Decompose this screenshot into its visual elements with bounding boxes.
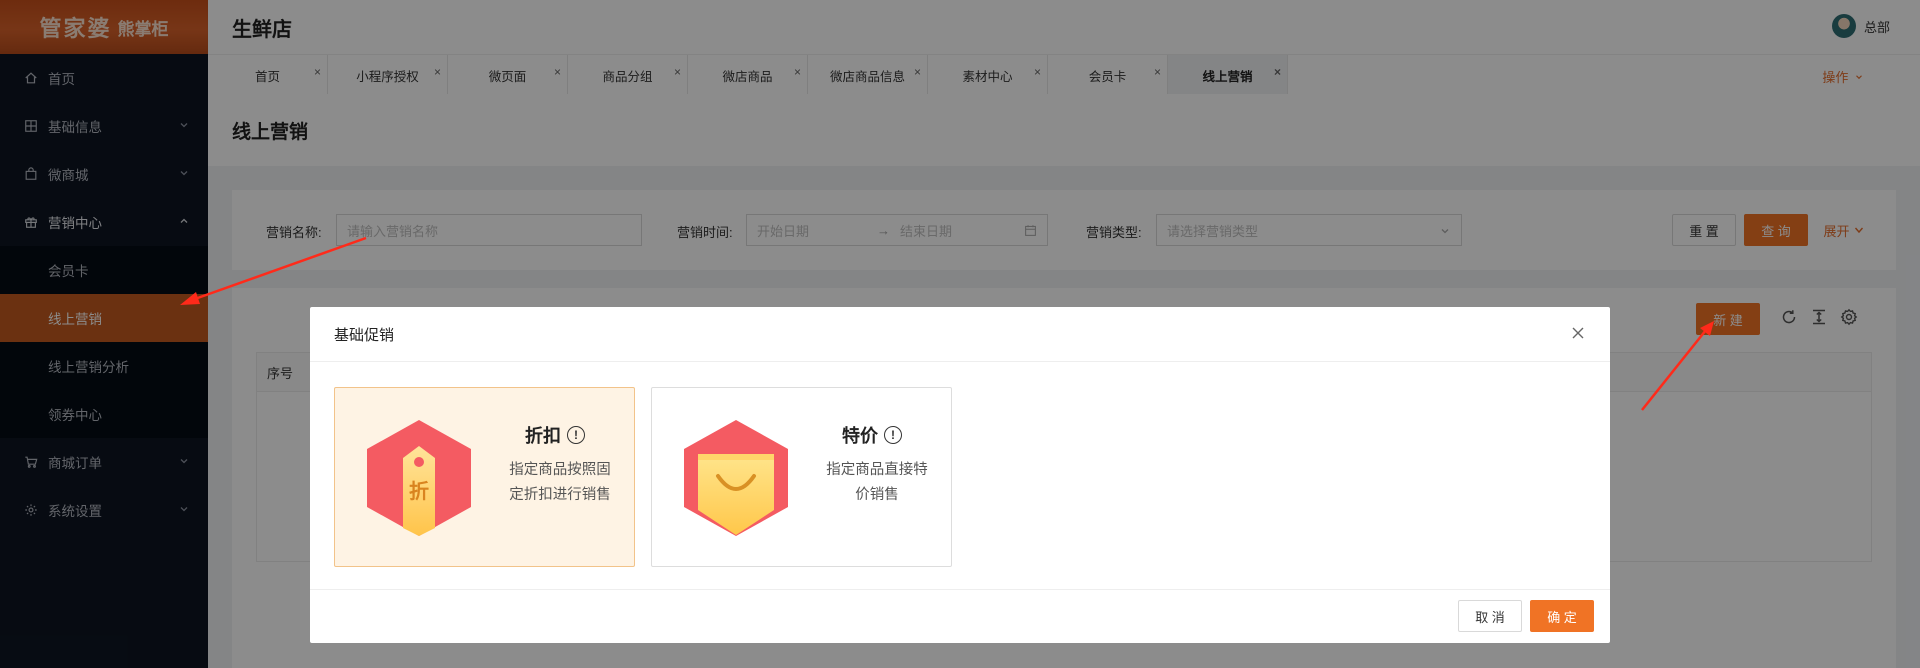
discount-desc-line-2: 定折扣进行销售 — [509, 487, 611, 503]
info-icon[interactable]: ! — [884, 426, 902, 444]
special-price-desc-line-2: 价销售 — [855, 487, 899, 503]
cancel-button[interactable]: 取 消 — [1458, 600, 1522, 632]
basic-promotion-modal: 基础促销 折 折扣 ! 指定商品按照固 定折扣进行销售 特价 ! 指定商品直接特… — [310, 307, 1610, 643]
card-title: 特价 ! — [842, 422, 902, 448]
card-description: 指定商品直接特 价销售 — [817, 458, 937, 508]
modal-footer: 取 消 确 定 — [310, 589, 1610, 643]
card-title: 折扣 ! — [525, 422, 585, 448]
discount-desc-line-1: 指定商品按照固 — [509, 462, 611, 478]
special-price-desc-line-1: 指定商品直接特 — [826, 462, 928, 478]
promotion-option-discount[interactable]: 折 折扣 ! 指定商品按照固 定折扣进行销售 — [334, 387, 635, 567]
discount-title: 折扣 — [525, 426, 561, 446]
shopping-bag-icon — [684, 420, 788, 536]
card-description: 指定商品按照固 定折扣进行销售 — [500, 458, 620, 508]
discount-badge-text: 折 — [409, 479, 429, 503]
close-icon[interactable] — [1570, 325, 1586, 341]
info-icon[interactable]: ! — [567, 426, 585, 444]
confirm-button[interactable]: 确 定 — [1530, 600, 1594, 632]
promotion-option-special-price[interactable]: 特价 ! 指定商品直接特 价销售 — [651, 387, 952, 567]
modal-header: 基础促销 — [310, 307, 1610, 362]
special-price-title: 特价 — [842, 426, 878, 446]
discount-tag-icon: 折 — [367, 420, 471, 536]
modal-title: 基础促销 — [334, 326, 395, 344]
